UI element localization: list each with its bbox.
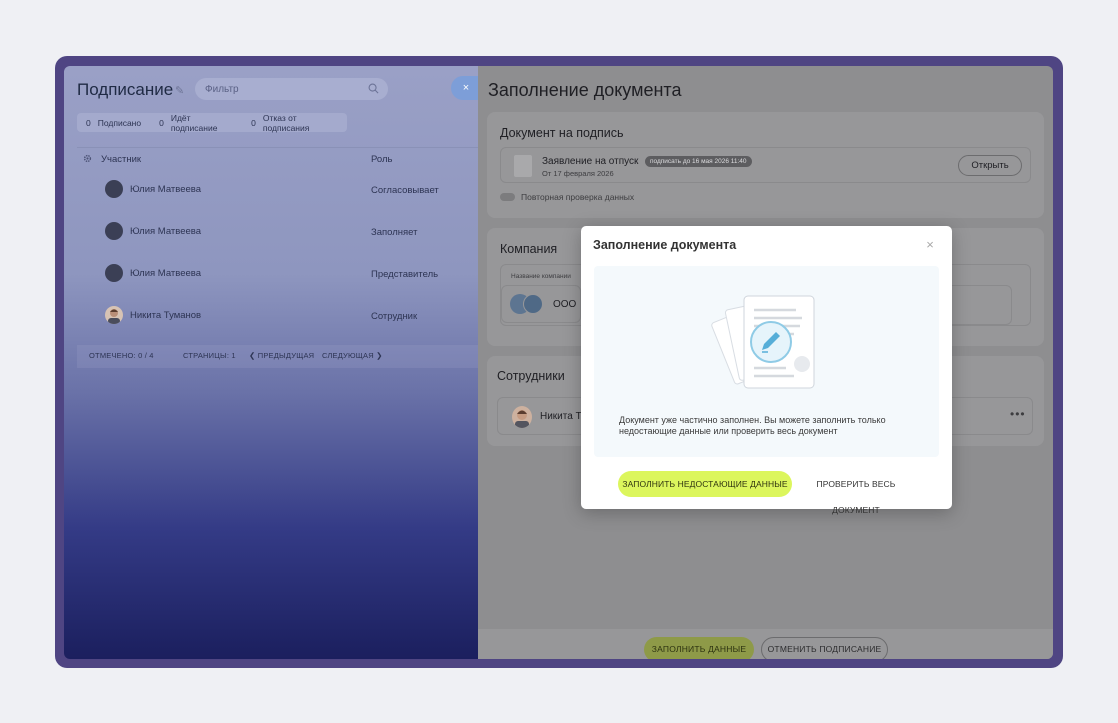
fill-missing-button[interactable]: ЗАПОЛНИТЬ НЕДОСТАЮЩИЕ ДАННЫЕ <box>618 471 792 497</box>
close-panel-button[interactable]: × <box>451 76 481 100</box>
signing-title: Подписание <box>77 80 174 99</box>
recheck-label: Повторная проверка данных <box>521 192 635 202</box>
table-row[interactable]: Никита Туманов Сотрудник <box>77 300 478 342</box>
deadline-badge: подписать до 16 мая 2026 11:40 <box>645 156 752 167</box>
participant-role: Заполняет <box>371 227 418 238</box>
table-row[interactable]: Юлия Матвеева Представитель <box>77 258 478 300</box>
dialog-message: Документ уже частично заполнен. Вы может… <box>619 415 886 436</box>
company-name-label: Название компании <box>511 273 571 280</box>
employee-name: Никита Т <box>540 411 582 422</box>
signature-icon <box>523 294 543 314</box>
employees-card-title: Сотрудники <box>497 369 565 383</box>
chip-signing[interactable]: 0 Идёт подписание <box>150 113 242 133</box>
filter-field[interactable] <box>195 78 388 100</box>
dialog-title: Заполнение документа <box>593 238 737 252</box>
status-chips: 0 Подписано 0 Идёт подписание 0 Отказ от по… <box>77 113 347 133</box>
company-field[interactable]: ООО <box>501 285 581 323</box>
pages-count: СТРАНИЦЫ: 1 <box>183 351 236 360</box>
page-title: Заполнение документа <box>488 80 682 100</box>
avatar <box>105 306 123 324</box>
column-participant[interactable]: Участник <box>101 154 141 165</box>
more-icon[interactable]: ••• <box>1010 407 1026 421</box>
gear-icon[interactable] <box>83 154 92 163</box>
participant-name: Юлия Матвеева <box>130 184 201 195</box>
avatar <box>105 264 123 282</box>
document-card-title: Документ на подпись <box>500 126 624 140</box>
close-icon[interactable]: × <box>923 238 937 252</box>
document-date: От 17 февраля 2026 <box>542 169 614 178</box>
avatar <box>105 222 123 240</box>
participant-name: Никита Туманов <box>130 310 202 321</box>
cancel-signing-button[interactable]: ОТМЕНИТЬ ПОДПИСАНИЕ <box>761 637 888 659</box>
marked-count: ОТМЕЧЕНО: 0 / 4 <box>89 351 154 360</box>
company-name: ООО <box>553 299 577 310</box>
participant-role: Согласовывает <box>371 185 439 196</box>
participant-role: Представитель <box>371 269 439 280</box>
document-card: Документ на подпись Заявление на отпуск … <box>487 112 1044 218</box>
document-icon <box>514 155 532 177</box>
avatar <box>105 180 123 198</box>
documents-illustration-icon <box>711 295 815 389</box>
document-item: Заявление на отпуск подписать до 16 мая … <box>500 147 1031 183</box>
recheck-toggle[interactable] <box>500 193 515 201</box>
chip-label: Отказ от подписания <box>262 112 310 133</box>
next-page-link[interactable]: СЛЕДУЮЩАЯ ❯ <box>322 351 383 360</box>
participant-name: Юлия Матвеева <box>130 226 201 237</box>
search-icon[interactable] <box>368 83 379 94</box>
fill-document-dialog: Заполнение документа × Документ уже част… <box>581 226 952 515</box>
column-role[interactable]: Роль <box>371 154 393 165</box>
chip-count: 0 <box>86 117 91 128</box>
filter-input[interactable] <box>205 82 355 96</box>
chip-label: Идёт подписание <box>170 112 218 133</box>
prev-page-link[interactable]: ❮ ПРЕДЫДУЩАЯ <box>249 351 314 360</box>
table-row[interactable]: Юлия Матвеева Заполняет <box>77 216 478 258</box>
participant-role: Сотрудник <box>371 311 418 322</box>
chip-count: 0 <box>251 117 256 128</box>
signing-panel: Подписание ✎ × 0 Подписано 0 Идёт подписан… <box>64 66 481 659</box>
participants-table: Юлия Матвеева Согласовывает Юлия Матвеев… <box>77 174 478 342</box>
chip-signed[interactable]: 0 Подписано <box>77 118 150 128</box>
participant-name: Юлия Матвеева <box>130 268 201 279</box>
dialog-body: Документ уже частично заполнен. Вы может… <box>594 266 939 457</box>
chip-rejected[interactable]: 0 Отказ от подписания <box>242 113 347 133</box>
document-name: Заявление на отпуск <box>542 156 639 167</box>
check-document-button[interactable]: ПРОВЕРИТЬ ВЕСЬ ДОКУМЕНТ <box>792 471 920 515</box>
company-card-title: Компания <box>500 242 558 256</box>
action-bar: ЗАПОЛНИТЬ ДАННЫЕ ОТМЕНИТЬ ПОДПИСАНИЕ <box>478 629 1053 659</box>
open-button[interactable]: Открыть <box>958 155 1022 176</box>
chip-count: 0 <box>159 117 164 128</box>
chip-label: Подписано <box>97 117 142 128</box>
fill-data-button[interactable]: ЗАПОЛНИТЬ ДАННЫЕ <box>644 637 754 659</box>
table-row[interactable]: Юлия Матвеева Согласовывает <box>77 174 478 216</box>
avatar <box>512 406 532 428</box>
table-header: Участник Роль <box>77 147 478 169</box>
edit-pencil-icon[interactable]: ✎ <box>175 84 184 97</box>
